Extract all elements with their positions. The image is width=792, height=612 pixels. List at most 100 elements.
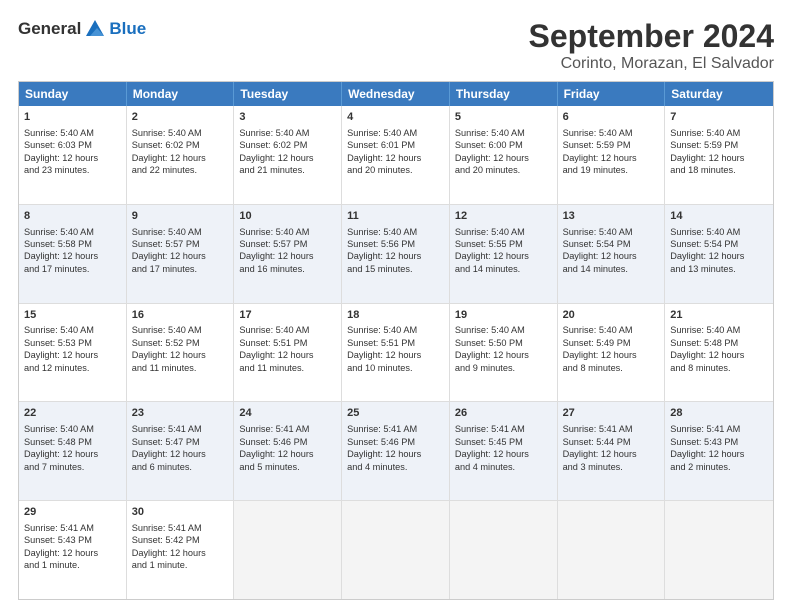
day-26-line-2: Daylight: 12 hours bbox=[455, 448, 552, 460]
day-28-line-0: Sunrise: 5:41 AM bbox=[670, 423, 768, 435]
day-3-line-3: and 21 minutes. bbox=[239, 164, 336, 176]
day-number-5: 5 bbox=[455, 110, 552, 125]
day-28-line-1: Sunset: 5:43 PM bbox=[670, 436, 768, 448]
day-14-line-0: Sunrise: 5:40 AM bbox=[670, 226, 768, 238]
day-number-2: 2 bbox=[132, 110, 229, 125]
day-19-line-2: Daylight: 12 hours bbox=[455, 349, 552, 361]
day-29-line-3: and 1 minute. bbox=[24, 559, 121, 571]
day-6-line-1: Sunset: 5:59 PM bbox=[563, 139, 660, 151]
header-wednesday: Wednesday bbox=[342, 82, 450, 106]
day-4-line-1: Sunset: 6:01 PM bbox=[347, 139, 444, 151]
day-23-line-2: Daylight: 12 hours bbox=[132, 448, 229, 460]
day-3-line-2: Daylight: 12 hours bbox=[239, 152, 336, 164]
day-10-line-2: Daylight: 12 hours bbox=[239, 250, 336, 262]
day-14-line-2: Daylight: 12 hours bbox=[670, 250, 768, 262]
day-16-line-3: and 11 minutes. bbox=[132, 362, 229, 374]
day-cell-7: 7Sunrise: 5:40 AMSunset: 5:59 PMDaylight… bbox=[665, 106, 773, 204]
calendar-body: 1Sunrise: 5:40 AMSunset: 6:03 PMDaylight… bbox=[19, 106, 773, 599]
day-24-line-2: Daylight: 12 hours bbox=[239, 448, 336, 460]
day-27-line-3: and 3 minutes. bbox=[563, 461, 660, 473]
day-20-line-3: and 8 minutes. bbox=[563, 362, 660, 374]
day-20-line-1: Sunset: 5:49 PM bbox=[563, 337, 660, 349]
day-cell-13: 13Sunrise: 5:40 AMSunset: 5:54 PMDayligh… bbox=[558, 205, 666, 303]
day-13-line-3: and 14 minutes. bbox=[563, 263, 660, 275]
day-22-line-0: Sunrise: 5:40 AM bbox=[24, 423, 121, 435]
day-number-4: 4 bbox=[347, 110, 444, 125]
day-1-line-0: Sunrise: 5:40 AM bbox=[24, 127, 121, 139]
day-29-line-1: Sunset: 5:43 PM bbox=[24, 534, 121, 546]
day-number-20: 20 bbox=[563, 308, 660, 323]
day-30-line-0: Sunrise: 5:41 AM bbox=[132, 522, 229, 534]
day-1-line-1: Sunset: 6:03 PM bbox=[24, 139, 121, 151]
day-cell-18: 18Sunrise: 5:40 AMSunset: 5:51 PMDayligh… bbox=[342, 304, 450, 402]
day-8-line-2: Daylight: 12 hours bbox=[24, 250, 121, 262]
day-4-line-3: and 20 minutes. bbox=[347, 164, 444, 176]
day-9-line-1: Sunset: 5:57 PM bbox=[132, 238, 229, 250]
day-9-line-2: Daylight: 12 hours bbox=[132, 250, 229, 262]
day-17-line-1: Sunset: 5:51 PM bbox=[239, 337, 336, 349]
day-5-line-1: Sunset: 6:00 PM bbox=[455, 139, 552, 151]
day-8-line-1: Sunset: 5:58 PM bbox=[24, 238, 121, 250]
day-16-line-0: Sunrise: 5:40 AM bbox=[132, 324, 229, 336]
day-17-line-0: Sunrise: 5:40 AM bbox=[239, 324, 336, 336]
day-15-line-3: and 12 minutes. bbox=[24, 362, 121, 374]
day-2-line-0: Sunrise: 5:40 AM bbox=[132, 127, 229, 139]
day-number-15: 15 bbox=[24, 308, 121, 323]
day-21-line-2: Daylight: 12 hours bbox=[670, 349, 768, 361]
day-3-line-1: Sunset: 6:02 PM bbox=[239, 139, 336, 151]
day-19-line-1: Sunset: 5:50 PM bbox=[455, 337, 552, 349]
day-cell-11: 11Sunrise: 5:40 AMSunset: 5:56 PMDayligh… bbox=[342, 205, 450, 303]
day-7-line-2: Daylight: 12 hours bbox=[670, 152, 768, 164]
day-number-13: 13 bbox=[563, 209, 660, 224]
day-27-line-1: Sunset: 5:44 PM bbox=[563, 436, 660, 448]
calendar: Sunday Monday Tuesday Wednesday Thursday… bbox=[18, 81, 774, 600]
day-29-line-0: Sunrise: 5:41 AM bbox=[24, 522, 121, 534]
day-number-18: 18 bbox=[347, 308, 444, 323]
day-11-line-3: and 15 minutes. bbox=[347, 263, 444, 275]
day-15-line-1: Sunset: 5:53 PM bbox=[24, 337, 121, 349]
empty-cell-4-2 bbox=[234, 501, 342, 599]
day-cell-26: 26Sunrise: 5:41 AMSunset: 5:45 PMDayligh… bbox=[450, 402, 558, 500]
day-number-27: 27 bbox=[563, 406, 660, 421]
day-10-line-3: and 16 minutes. bbox=[239, 263, 336, 275]
day-24-line-3: and 5 minutes. bbox=[239, 461, 336, 473]
day-26-line-0: Sunrise: 5:41 AM bbox=[455, 423, 552, 435]
day-1-line-3: and 23 minutes. bbox=[24, 164, 121, 176]
day-cell-3: 3Sunrise: 5:40 AMSunset: 6:02 PMDaylight… bbox=[234, 106, 342, 204]
cal-row-2: 8Sunrise: 5:40 AMSunset: 5:58 PMDaylight… bbox=[19, 205, 773, 304]
day-15-line-2: Daylight: 12 hours bbox=[24, 349, 121, 361]
subtitle: Corinto, Morazan, El Salvador bbox=[529, 55, 774, 73]
day-cell-25: 25Sunrise: 5:41 AMSunset: 5:46 PMDayligh… bbox=[342, 402, 450, 500]
day-11-line-1: Sunset: 5:56 PM bbox=[347, 238, 444, 250]
day-number-29: 29 bbox=[24, 505, 121, 520]
day-cell-29: 29 Sunrise: 5:41 AMSunset: 5:43 PMDayligh… bbox=[19, 501, 127, 599]
day-20-line-2: Daylight: 12 hours bbox=[563, 349, 660, 361]
day-cell-21: 21Sunrise: 5:40 AMSunset: 5:48 PMDayligh… bbox=[665, 304, 773, 402]
header-friday: Friday bbox=[558, 82, 666, 106]
day-25-line-0: Sunrise: 5:41 AM bbox=[347, 423, 444, 435]
day-13-line-1: Sunset: 5:54 PM bbox=[563, 238, 660, 250]
day-cell-30: 30Sunrise: 5:41 AMSunset: 5:42 PMDayligh… bbox=[127, 501, 235, 599]
page: General Blue September 2024 Corinto, Mor… bbox=[0, 0, 792, 612]
day-26-line-3: and 4 minutes. bbox=[455, 461, 552, 473]
day-27-line-0: Sunrise: 5:41 AM bbox=[563, 423, 660, 435]
day-29-line-2: Daylight: 12 hours bbox=[24, 547, 121, 559]
day-23-line-0: Sunrise: 5:41 AM bbox=[132, 423, 229, 435]
day-number-3: 3 bbox=[239, 110, 336, 125]
header: General Blue September 2024 Corinto, Mor… bbox=[18, 18, 774, 73]
day-number-11: 11 bbox=[347, 209, 444, 224]
day-6-line-0: Sunrise: 5:40 AM bbox=[563, 127, 660, 139]
day-10-line-1: Sunset: 5:57 PM bbox=[239, 238, 336, 250]
logo-icon bbox=[84, 18, 106, 40]
day-8-line-3: and 17 minutes. bbox=[24, 263, 121, 275]
day-cell-2: 2Sunrise: 5:40 AMSunset: 6:02 PMDaylight… bbox=[127, 106, 235, 204]
day-21-line-1: Sunset: 5:48 PM bbox=[670, 337, 768, 349]
day-cell-10: 10Sunrise: 5:40 AMSunset: 5:57 PMDayligh… bbox=[234, 205, 342, 303]
day-16-line-1: Sunset: 5:52 PM bbox=[132, 337, 229, 349]
calendar-header: Sunday Monday Tuesday Wednesday Thursday… bbox=[19, 82, 773, 106]
cal-row-5: 29Sunrise: 5:41 AMSunset: 5:43 PMDayligh… bbox=[19, 501, 773, 599]
day-18-line-3: and 10 minutes. bbox=[347, 362, 444, 374]
day-number-14: 14 bbox=[670, 209, 768, 224]
day-cell-5: 5Sunrise: 5:40 AMSunset: 6:00 PMDaylight… bbox=[450, 106, 558, 204]
day-number-26: 26 bbox=[455, 406, 552, 421]
